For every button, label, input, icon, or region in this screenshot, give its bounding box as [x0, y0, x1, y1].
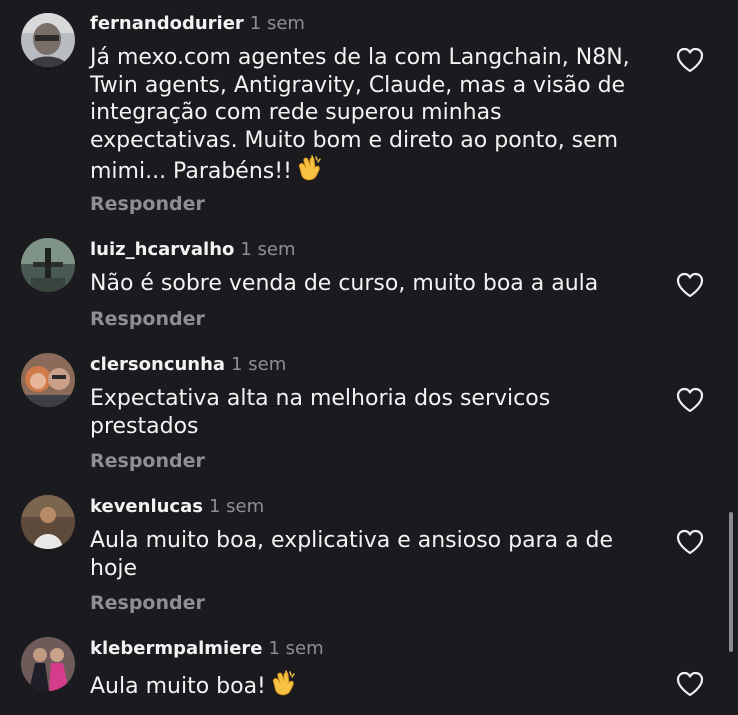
clapping-hands-icon — [268, 669, 298, 697]
like-heart-icon[interactable] — [676, 671, 704, 697]
comment-time: 1 sem — [231, 354, 287, 375]
reply-button[interactable]: Responder — [90, 193, 205, 215]
comment-time: 1 sem — [249, 13, 305, 34]
comment-text: Aula muito boa, explicativa e ansioso pa… — [90, 528, 614, 581]
username[interactable]: luiz_hcarvalho — [90, 239, 234, 260]
comment-item: clersoncunha 1 sem Expectativa alta na me… — [0, 344, 738, 486]
clapping-hands-icon — [294, 154, 324, 182]
comment-meta: kevenlucas 1 sem — [90, 496, 264, 518]
comment-time: 1 sem — [268, 638, 324, 659]
user-avatar[interactable] — [21, 495, 75, 549]
user-avatar[interactable] — [21, 13, 75, 67]
comment-meta: luiz_hcarvalho 1 sem — [90, 239, 296, 261]
comment-text: Aula muito boa! — [90, 669, 650, 701]
comment-time: 1 sem — [240, 239, 296, 260]
reply-button[interactable]: Responder — [90, 308, 205, 330]
comment-item: kevenlucas 1 sem Aula muito boa, explicat… — [0, 486, 738, 628]
scrollbar[interactable] — [729, 512, 733, 652]
comment-item: klebermpalmiere 1 sem Aula muito boa! — [0, 628, 738, 715]
comment-text: Expectativa alta na melhoria dos servico… — [90, 386, 551, 439]
comment-meta: fernandodurier 1 sem — [90, 13, 305, 35]
comment-time: 1 sem — [208, 496, 265, 517]
comment-item: luiz_hcarvalho 1 sem Não é sobre venda de… — [0, 230, 738, 344]
user-avatar[interactable] — [21, 637, 75, 691]
comment-text: Não é sobre venda de curso, muito boa a … — [90, 271, 599, 296]
user-avatar[interactable] — [21, 238, 75, 292]
comment-meta: clersoncunha 1 sem — [90, 354, 286, 376]
like-heart-icon[interactable] — [676, 529, 704, 555]
username[interactable]: fernandodurier — [90, 13, 244, 34]
reply-button[interactable]: Responder — [90, 592, 205, 614]
reply-button[interactable]: Responder — [90, 450, 205, 472]
comment-meta: klebermpalmiere 1 sem — [90, 638, 324, 660]
user-avatar[interactable] — [21, 353, 75, 407]
username[interactable]: kevenlucas — [90, 496, 203, 517]
like-heart-icon[interactable] — [676, 387, 704, 413]
like-heart-icon[interactable] — [676, 272, 704, 298]
comment-text-content: Aula muito boa! — [90, 674, 266, 699]
comment-text-content: Já mexo.com agentes de la com Langchain,… — [90, 45, 630, 184]
comment-item: fernandodurier 1 sem Já mexo.com agentes … — [0, 0, 738, 230]
like-heart-icon[interactable] — [676, 47, 704, 73]
username[interactable]: klebermpalmiere — [90, 638, 263, 659]
comment-text: Já mexo.com agentes de la com Langchain,… — [90, 44, 650, 186]
username[interactable]: clersoncunha — [90, 354, 225, 375]
